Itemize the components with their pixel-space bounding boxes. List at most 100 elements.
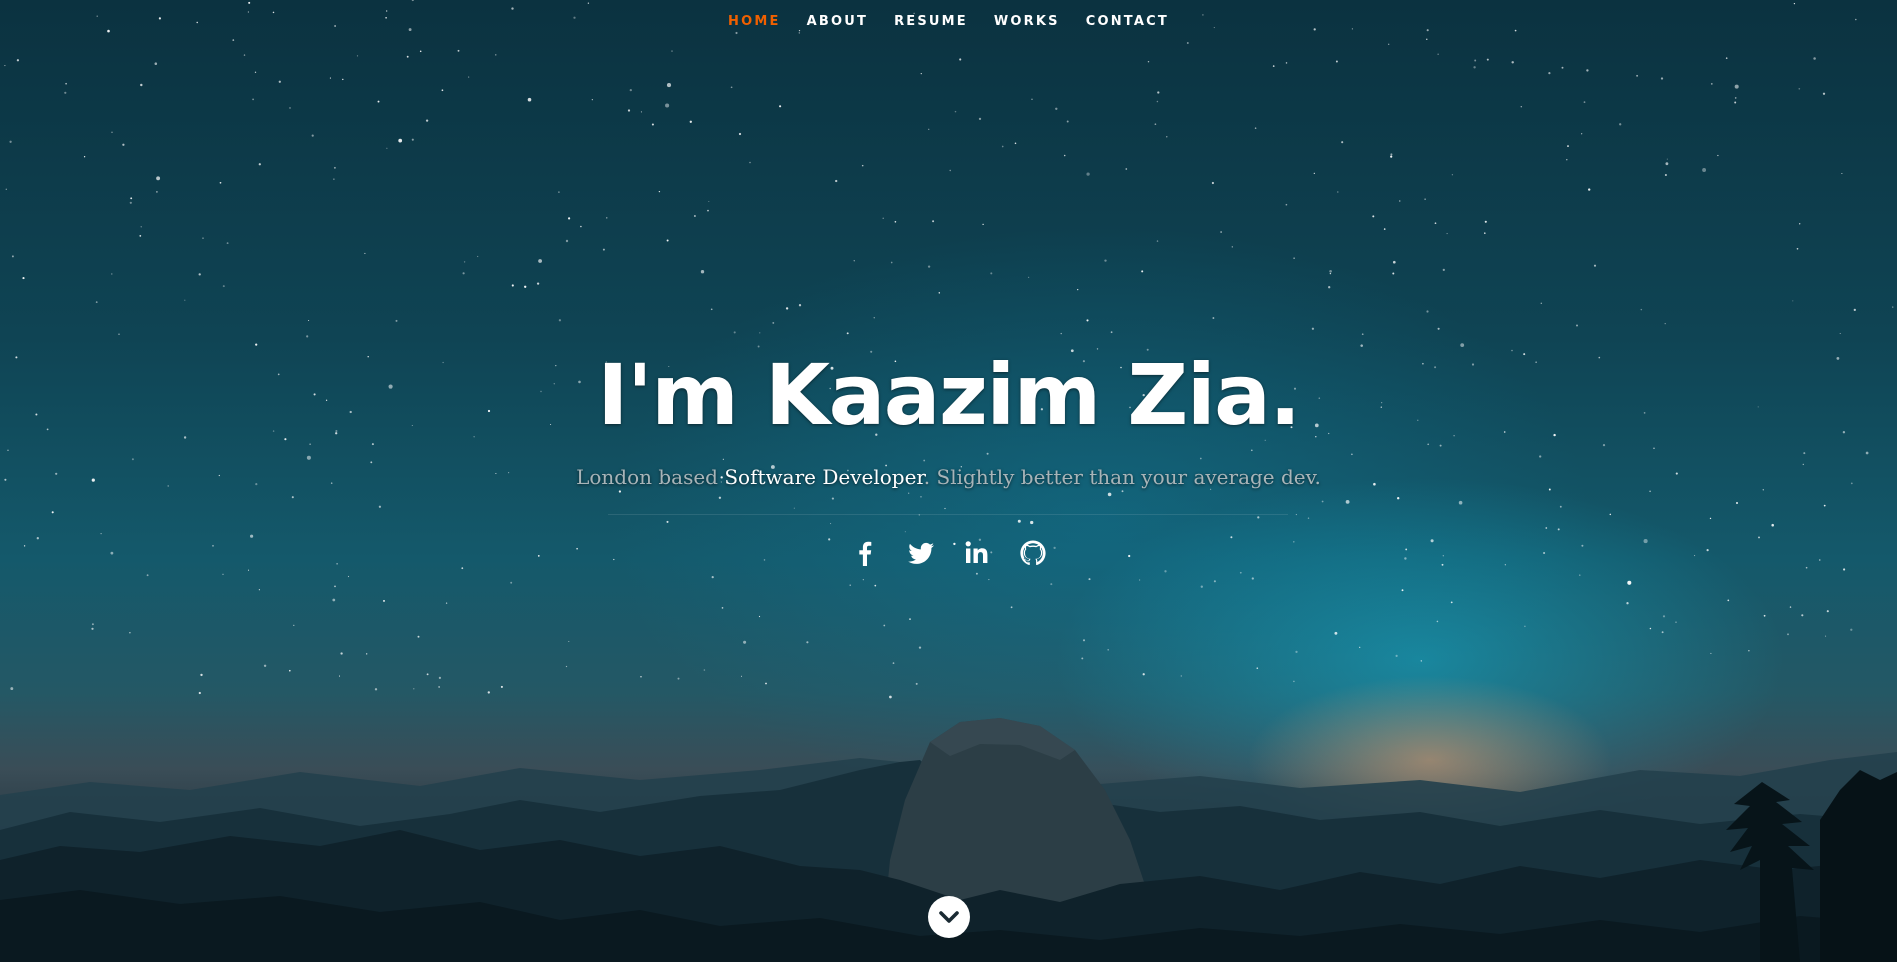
star <box>527 97 532 102</box>
star <box>988 579 990 581</box>
star <box>1661 631 1664 634</box>
star <box>1213 580 1216 583</box>
star <box>1081 657 1084 660</box>
star <box>1086 172 1090 176</box>
star <box>463 261 466 263</box>
star <box>873 317 875 319</box>
star <box>1104 259 1107 262</box>
star <box>700 270 705 274</box>
nav-item-works[interactable]: WORKS <box>981 12 1073 32</box>
star <box>1892 306 1894 308</box>
star <box>862 579 864 581</box>
star <box>1437 327 1440 330</box>
star <box>591 99 593 101</box>
star <box>1484 232 1486 234</box>
star <box>1397 497 1400 500</box>
star <box>565 665 568 668</box>
tagline-suffix: . Slightly better than your average dev. <box>923 465 1321 489</box>
star <box>707 209 709 212</box>
star <box>1256 667 1259 670</box>
star <box>441 89 444 92</box>
star <box>329 77 331 79</box>
star <box>202 237 204 239</box>
star <box>1180 675 1182 677</box>
star <box>1060 332 1062 335</box>
star <box>883 624 886 627</box>
nav-item-home[interactable]: HOME <box>715 12 794 32</box>
nav-item-about[interactable]: ABOUT <box>794 12 881 32</box>
star <box>918 646 922 649</box>
star <box>831 497 834 500</box>
star <box>785 307 789 310</box>
social-links <box>0 536 1897 570</box>
star <box>1313 172 1315 174</box>
star <box>1664 173 1667 177</box>
star <box>468 76 470 78</box>
facebook-icon <box>858 541 871 566</box>
star <box>735 31 738 35</box>
star <box>419 50 422 53</box>
star <box>65 82 67 85</box>
star <box>1511 61 1514 64</box>
linkedin-icon <box>965 541 987 563</box>
star <box>1401 589 1404 592</box>
star <box>51 511 54 514</box>
star <box>417 635 420 638</box>
star <box>640 676 642 678</box>
star <box>1424 198 1426 200</box>
star <box>1675 621 1677 623</box>
facebook-link[interactable] <box>848 536 882 570</box>
star <box>1077 288 1079 291</box>
star <box>338 675 341 677</box>
star <box>1395 654 1398 658</box>
hero-section: HOME ABOUT RESUME WORKS CONTACT I'm Kaaz… <box>0 0 1897 962</box>
star <box>765 682 767 685</box>
star <box>254 71 257 73</box>
star <box>342 78 344 81</box>
star <box>1107 492 1112 497</box>
star <box>511 7 514 10</box>
star <box>495 54 497 56</box>
nav-item-contact[interactable]: CONTACT <box>1073 12 1182 32</box>
linkedin-link[interactable] <box>960 536 994 570</box>
star <box>928 128 930 130</box>
star <box>1027 276 1030 279</box>
star <box>830 523 832 525</box>
star <box>1254 127 1257 129</box>
star <box>1295 514 1297 516</box>
star <box>920 72 922 75</box>
star <box>1359 646 1361 648</box>
star <box>798 304 802 307</box>
nav-item-resume[interactable]: RESUME <box>881 12 981 32</box>
chevron-down-icon <box>939 911 959 923</box>
star <box>1200 585 1203 588</box>
star <box>1001 145 1004 148</box>
star <box>1010 606 1013 609</box>
star <box>306 335 309 338</box>
star <box>5 188 7 190</box>
star <box>146 574 149 577</box>
star <box>1107 649 1109 651</box>
star <box>849 584 851 586</box>
star <box>226 242 229 245</box>
star <box>1636 74 1639 77</box>
star <box>248 1 251 4</box>
star <box>743 640 747 644</box>
star <box>730 86 733 89</box>
star <box>156 191 158 193</box>
star <box>1164 570 1167 573</box>
star <box>666 520 669 523</box>
star <box>10 687 14 691</box>
star <box>222 285 225 288</box>
star <box>426 673 429 676</box>
star <box>334 585 336 588</box>
star <box>154 62 158 65</box>
star <box>1627 580 1632 585</box>
star <box>308 319 310 322</box>
github-link[interactable] <box>1016 536 1050 570</box>
star <box>1239 571 1242 574</box>
star <box>874 584 877 587</box>
star <box>606 217 608 219</box>
scroll-down-button[interactable] <box>928 896 970 938</box>
twitter-link[interactable] <box>904 536 938 570</box>
